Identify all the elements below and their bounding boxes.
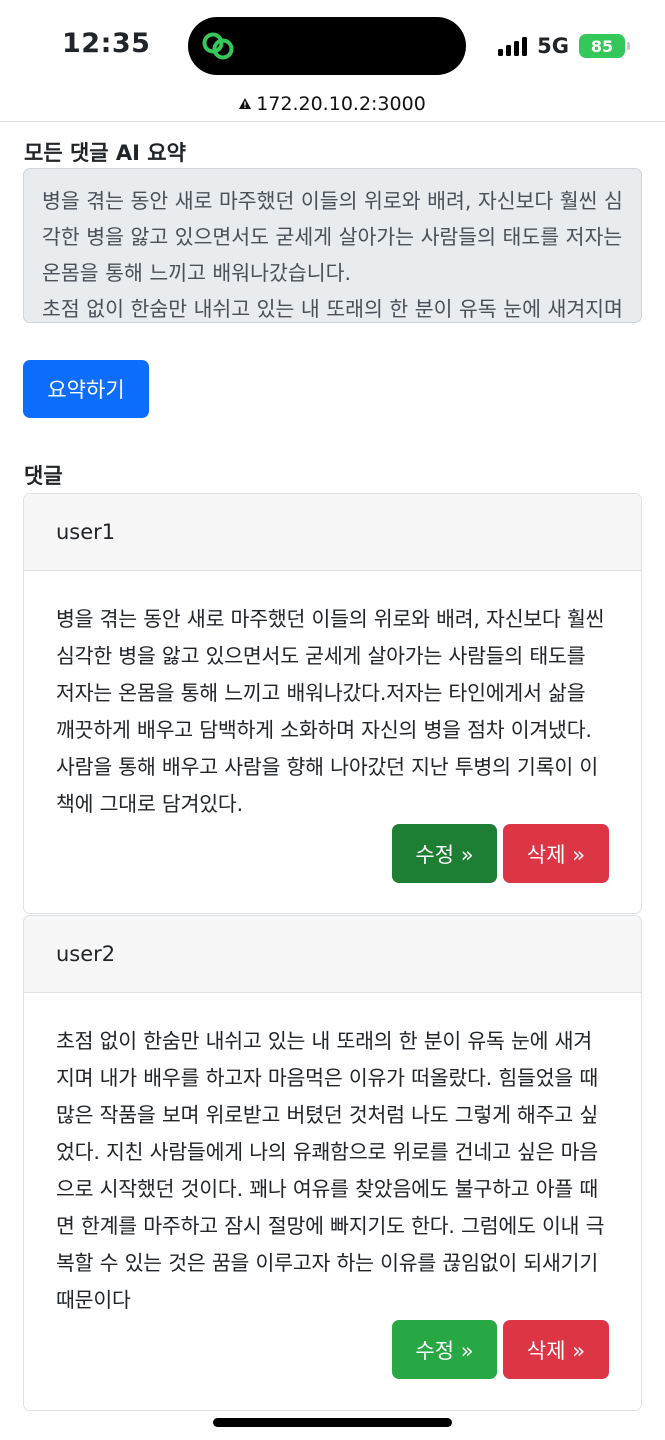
delete-button[interactable]: 삭제 » (503, 824, 609, 883)
comment-body: 초점 없이 한숨만 내쉬고 있는 내 또래의 한 분이 유독 눈에 새겨지며 내… (24, 993, 641, 1319)
address-bar[interactable]: 172.20.10.2:3000 (0, 86, 665, 122)
battery-icon: 85 (579, 34, 630, 58)
cellular-signal-icon (498, 36, 528, 56)
url-text: 172.20.10.2:3000 (256, 92, 426, 115)
summary-title: 모든 댓글 AI 요약 (24, 141, 186, 165)
summary-textarea[interactable]: 병을 겪는 동안 새로 마주했던 이들의 위로와 배려, 자신보다 훨씬 심각한… (23, 168, 642, 323)
comment-card: user1 병을 겪는 동안 새로 마주했던 이들의 위로와 배려, 자신보다 … (23, 493, 642, 914)
dynamic-island (188, 17, 466, 75)
status-bar: 12:35 5G 85 (0, 0, 665, 90)
home-indicator (213, 1418, 452, 1427)
comment-author: user2 (24, 916, 641, 993)
status-indicators: 5G 85 (498, 33, 630, 59)
comment-text: 초점 없이 한숨만 내쉬고 있는 내 또래의 한 분이 유독 눈에 새겨지며 내… (56, 1029, 605, 1312)
comment-author: user1 (24, 494, 641, 571)
summarize-button[interactable]: 요약하기 (23, 360, 149, 418)
edit-button[interactable]: 수정 » (392, 1320, 497, 1379)
status-time: 12:35 (62, 28, 151, 59)
edit-button[interactable]: 수정 » (392, 824, 497, 883)
warning-icon (239, 98, 252, 109)
link-rings-icon (202, 32, 234, 60)
comment-text: 병을 겪는 동안 새로 마주했던 이들의 위로와 배려, 자신보다 훨씬 심각한… (56, 607, 605, 816)
comments-title: 댓글 (24, 464, 63, 488)
comment-body: 병을 겪는 동안 새로 마주했던 이들의 위로와 배려, 자신보다 훨씬 심각한… (24, 571, 641, 823)
delete-button[interactable]: 삭제 » (503, 1320, 609, 1379)
summary-text: 병을 겪는 동안 새로 마주했던 이들의 위로와 배려, 자신보다 훨씬 심각한… (42, 189, 623, 321)
battery-level: 85 (590, 36, 614, 56)
network-label: 5G (537, 34, 569, 58)
comment-card: user2 초점 없이 한숨만 내쉬고 있는 내 또래의 한 분이 유독 눈에 … (23, 915, 642, 1411)
